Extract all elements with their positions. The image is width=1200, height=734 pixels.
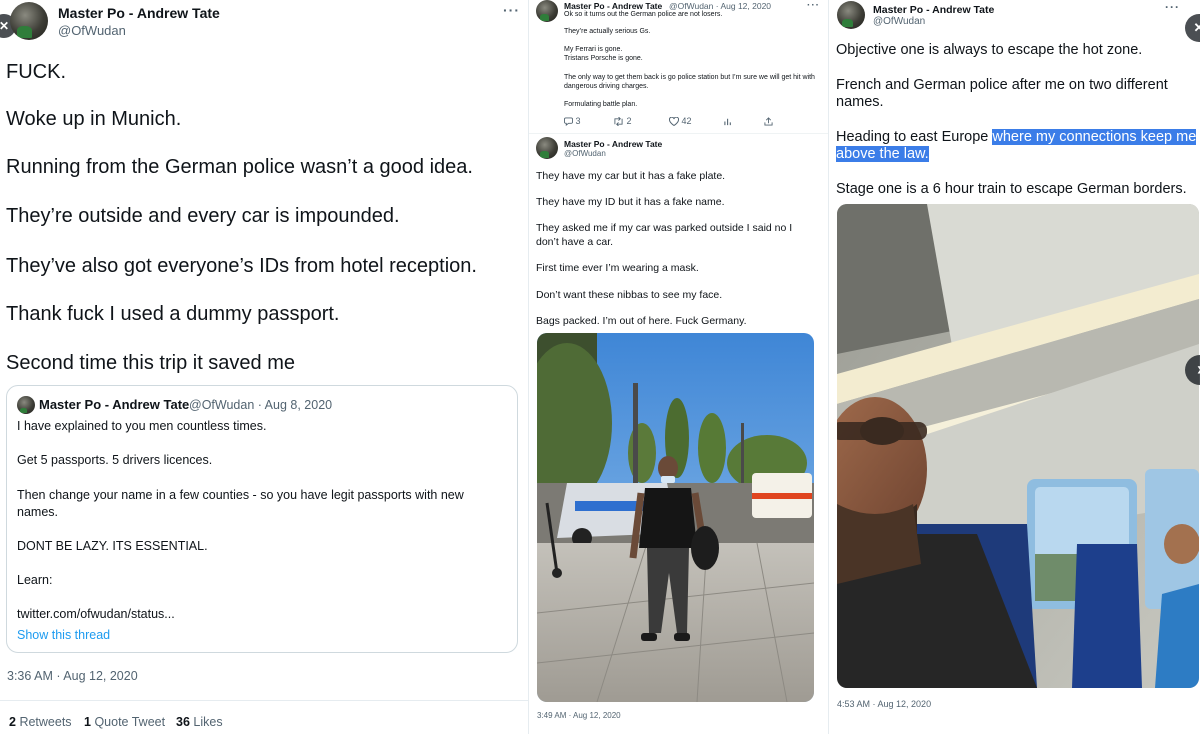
tweet-text-line: Stage one is a 6 hour train to escape Ge… (836, 181, 1187, 197)
quote-text-line: Get 5 passports. 5 drivers licences. (17, 453, 213, 467)
tweet-text-line: Running from the German police wasn’t a … (6, 156, 473, 178)
avatar[interactable] (837, 1, 865, 29)
tweet-timestamp[interactable]: 3:36 AM · Aug 12, 2020 (7, 669, 138, 683)
quote-avatar (17, 396, 35, 414)
street-scene-image (537, 333, 814, 702)
retweets-label: Retweets (19, 715, 72, 729)
tweet-text-line: French and German police after me on two… (836, 77, 1168, 93)
show-thread-link[interactable]: Show this thread (17, 628, 110, 642)
tweet-text-line: They’ve also got everyone’s IDs from hot… (6, 255, 477, 277)
tweet-text-plain: Heading to east Europe (836, 129, 993, 145)
likes-count: 36 (176, 715, 190, 729)
tweet-text-line: They have my ID but it has a fake name. (536, 196, 725, 208)
tweet-text-line: Don’t want these nibbas to see my face. (536, 289, 723, 301)
retweet-count: 2 (626, 116, 632, 126)
avatar[interactable] (10, 2, 48, 40)
quote-text-line: names. (17, 505, 58, 519)
analytics-icon (724, 118, 731, 126)
analytics-button[interactable] (724, 116, 733, 126)
retweet-button[interactable]: 2 (613, 116, 632, 127)
tweet-text-line: Formulating battle plan. (564, 101, 638, 108)
tweet-text-line: Bags packed. I’m out of here. Fuck Germa… (536, 315, 747, 327)
tweet-timestamp[interactable]: 3:49 AM · Aug 12, 2020 (537, 711, 621, 720)
tweet-photo[interactable] (837, 204, 1199, 688)
like-button[interactable]: 42 (669, 116, 692, 127)
tweet-text-line: don’t have a car. (536, 236, 614, 248)
train-selfie-image (837, 204, 1199, 688)
share-button[interactable] (764, 116, 773, 126)
author-name[interactable]: Master Po - Andrew Tate (58, 5, 220, 21)
tweet-panel-left: ✕ Master Po - Andrew Tate @OfWudan ··· F… (0, 0, 528, 734)
quote-tweets-stat[interactable]: 1 Quote Tweet (84, 715, 165, 729)
tweet-text-line: FUCK. (6, 61, 66, 83)
tweet-text-line: dangerous driving charges. (564, 83, 649, 90)
divider (0, 700, 528, 701)
selected-text[interactable]: above the law. (836, 146, 929, 162)
like-count: 42 (681, 116, 692, 126)
author-name[interactable]: Master Po - Andrew Tate (564, 1, 662, 11)
quote-text-line: Learn: (17, 573, 53, 587)
tweet-text-line: Woke up in Munich. (6, 108, 182, 130)
retweet-icon (614, 116, 623, 127)
quote-author-name: Master Po - Andrew Tate (39, 397, 190, 412)
share-icon (764, 117, 773, 126)
quote-text-line: I have explained to you men countless ti… (17, 419, 267, 433)
avatar[interactable] (536, 137, 558, 159)
tweet-timestamp[interactable]: 4:53 AM · Aug 12, 2020 (837, 699, 931, 709)
avatar[interactable] (536, 0, 558, 22)
selected-text[interactable]: where my connections keep me (992, 129, 1197, 145)
tweet-text-line: They’re outside and every car is impound… (6, 205, 400, 227)
reply-button[interactable]: 3 (564, 116, 581, 127)
close-icon[interactable]: ✕ (1185, 14, 1200, 42)
more-icon[interactable]: ··· (503, 2, 520, 18)
author-name[interactable]: Master Po - Andrew Tate (873, 4, 994, 16)
tweet-text-line: Thank fuck I used a dummy passport. (6, 303, 340, 325)
quote-handle-date: @OfWudan · Aug 8, 2020 (189, 398, 333, 412)
likes-stat[interactable]: 36 Likes (176, 715, 223, 729)
reply-count: 3 (575, 116, 581, 126)
author-name[interactable]: Master Po - Andrew Tate (564, 139, 662, 149)
tweet-text-line: Ok so it turns out the German police are… (564, 11, 723, 18)
author-handle[interactable]: @OfWudan (873, 16, 925, 27)
tweet-text-line: They asked me if my car was parked outsi… (536, 222, 793, 234)
tweet-text-line: They’re actually serious Gs. (564, 28, 651, 35)
quoted-tweet[interactable]: Master Po - Andrew Tate @OfWudan · Aug 8… (6, 385, 518, 653)
author-handle-date[interactable]: @OfWudan · Aug 12, 2020 (669, 1, 771, 11)
quotes-label: Quote Tweet (94, 715, 166, 729)
retweets-count: 2 (9, 715, 16, 729)
tweet-text-line: Heading to east Europe where my connecti… (836, 129, 1197, 145)
quote-text-line: DONT BE LAZY. ITS ESSENTIAL. (17, 539, 208, 553)
quote-link[interactable]: twitter.com/ofwudan/status... (17, 607, 175, 621)
likes-label: Likes (193, 715, 223, 729)
tweet-text-line: The only way to get them back is go poli… (564, 74, 815, 81)
tweet-panel-right: Master Po - Andrew Tate @OfWudan ··· ✕ O… (828, 0, 1200, 734)
tweet-text-line: Objective one is always to escape the ho… (836, 42, 1143, 58)
like-icon (669, 116, 679, 127)
more-icon[interactable]: ··· (807, 0, 820, 11)
author-handle[interactable]: @OfWudan (58, 23, 126, 38)
quote-text-line: Then change your name in a few counties … (17, 488, 464, 502)
reply-icon (564, 117, 573, 127)
tweet-photo[interactable] (537, 333, 814, 702)
author-handle[interactable]: @OfWudan (564, 149, 606, 158)
tweet-text-line: First time ever I’m wearing a mask. (536, 262, 699, 274)
retweets-stat[interactable]: 2 Retweets (9, 715, 72, 729)
tweet-text-line: My Ferrari is gone. (564, 46, 623, 53)
divider (529, 133, 828, 134)
tweet-panel-middle: Master Po - Andrew Tate @OfWudan · Aug 1… (528, 0, 828, 734)
tweet-text-line: names. (836, 94, 884, 110)
tweet-text-line: Tristans Porsche is gone. (564, 55, 643, 62)
more-icon[interactable]: ··· (1165, 0, 1180, 14)
quotes-count: 1 (84, 715, 91, 729)
tweet-text-line: Second time this trip it saved me (6, 352, 296, 374)
tweet-text-line: They have my car but it has a fake plate… (536, 170, 726, 182)
tweet-text-line: above the law. (836, 146, 929, 162)
